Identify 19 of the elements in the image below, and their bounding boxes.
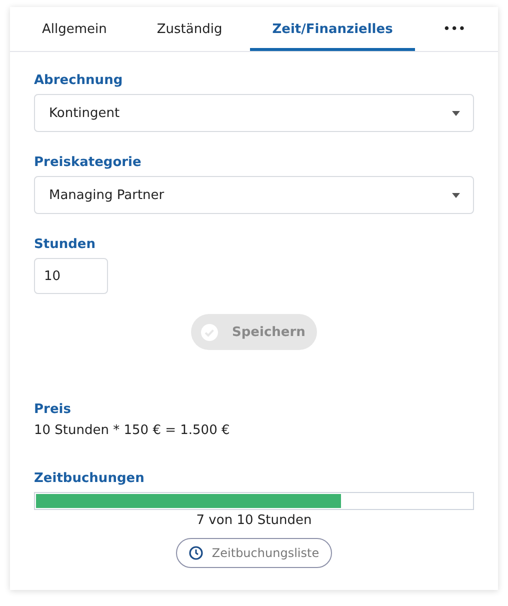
clock-icon	[188, 546, 203, 560]
tab[interactable]: Zeit/Finanzielles	[250, 7, 415, 51]
check-icon	[201, 324, 218, 340]
price-category-dropdown[interactable]: Managing Partner	[34, 176, 474, 214]
caret-icon	[452, 192, 460, 198]
time-bookings-list-button[interactable]: Zeitbuchungsliste	[176, 538, 332, 568]
section-label: Zeitbuchungen	[34, 471, 146, 486]
billing-dropdown[interactable]: Kontingent	[34, 94, 474, 132]
field-label: Abrechnung	[34, 73, 124, 88]
progress-reading: 7 von 10 Stunden	[195, 513, 313, 528]
field-label: Preiskategorie	[34, 155, 142, 170]
field-label: Stunden	[34, 237, 96, 252]
hours-input-field[interactable]: 10	[34, 258, 108, 294]
caret-icon	[452, 110, 460, 116]
tab[interactable]: Allgemein	[20, 7, 129, 51]
section-label: Preis	[34, 402, 72, 417]
tab[interactable]: •••	[420, 7, 488, 51]
tab[interactable]: Zuständig	[134, 7, 244, 51]
price-calculation: 10 Stunden * 150 € = 1.500 €	[34, 423, 231, 438]
